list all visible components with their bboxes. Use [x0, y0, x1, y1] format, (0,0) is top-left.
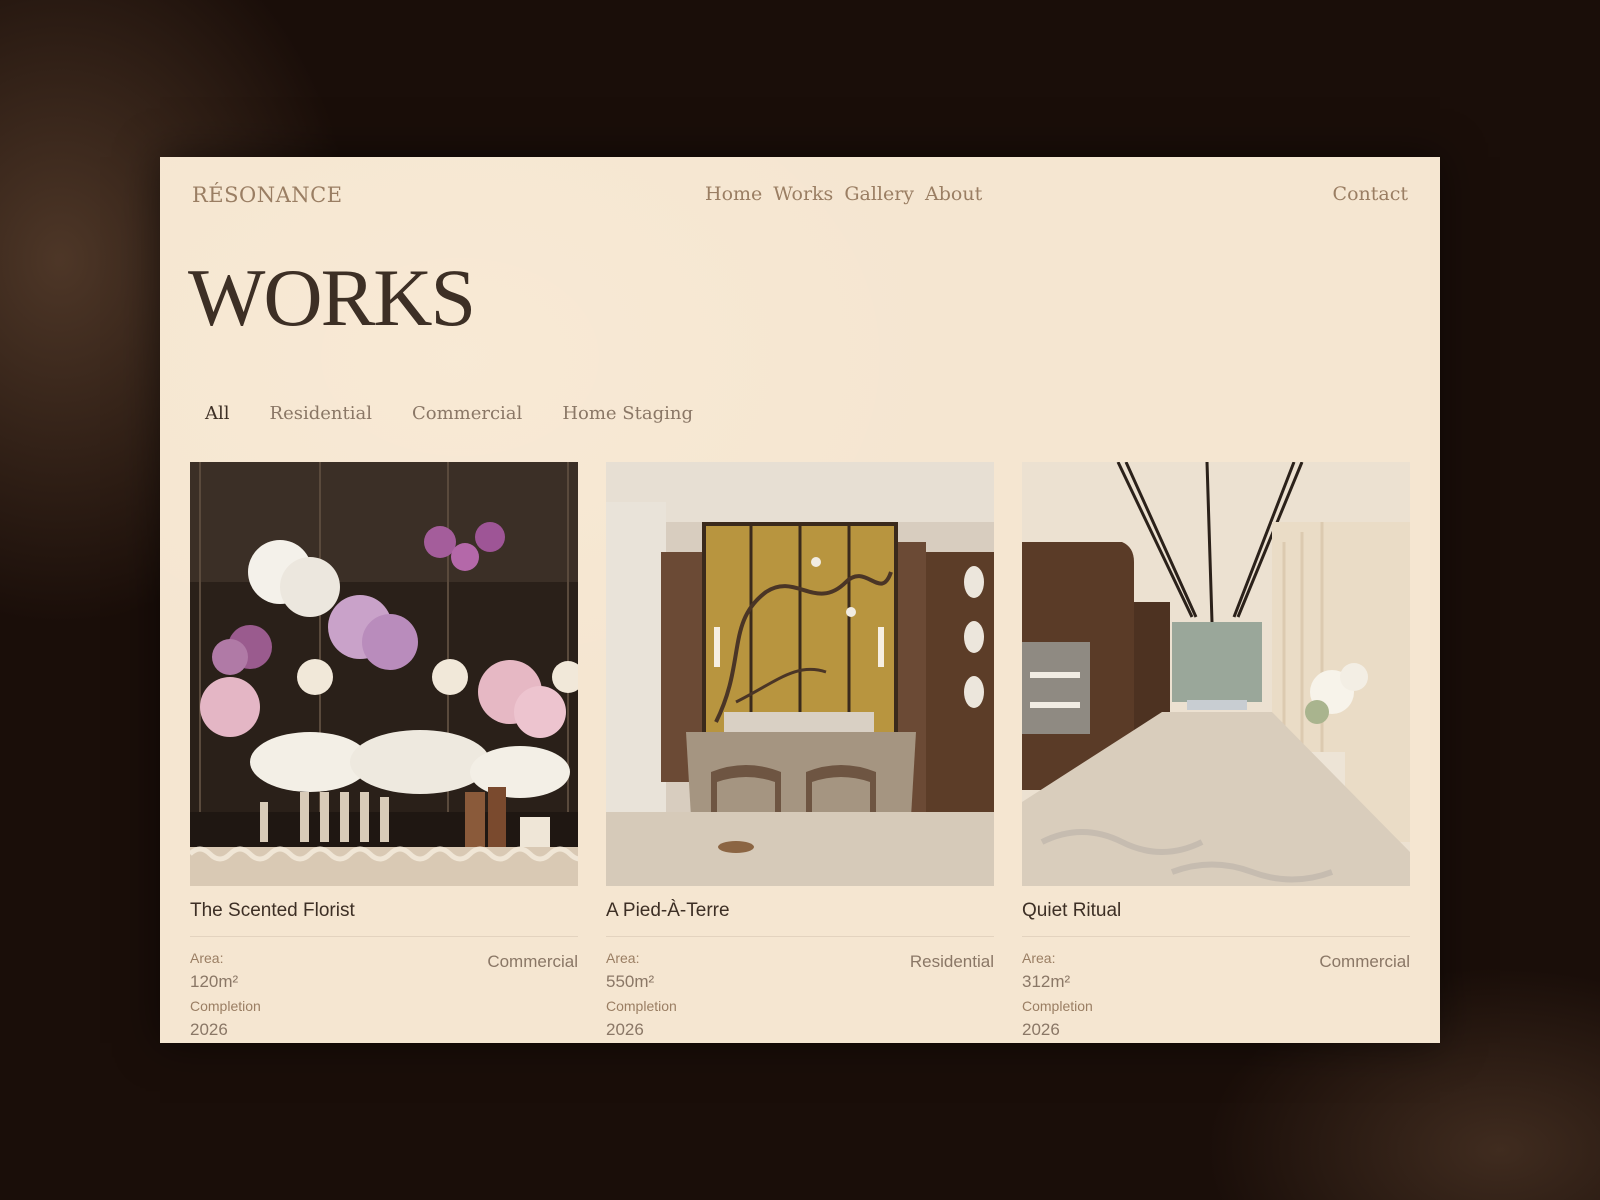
florist-interior-photo[interactable] — [190, 462, 578, 886]
project-title[interactable]: A Pied-À-Terre — [606, 900, 994, 924]
page-title: WORKS — [188, 252, 476, 343]
area-value: 312m² — [1022, 972, 1071, 991]
website-frame: RÉSONANCE Home Works Gallery About Conta… — [160, 157, 1440, 1043]
filter-tabs: All Residential Commercial Home Staging — [205, 403, 693, 424]
completion-label: Completion — [190, 998, 261, 1014]
nav-contact[interactable]: Contact — [1333, 183, 1408, 205]
nav-about[interactable]: About — [925, 183, 982, 205]
area-value: 120m² — [190, 972, 239, 991]
project-meta: Area: 550m² Completion 2026 Residential — [606, 950, 994, 1043]
project-category: Commercial — [487, 952, 578, 971]
card-divider — [606, 936, 994, 937]
project-title[interactable]: Quiet Ritual — [1022, 900, 1410, 924]
card-divider — [190, 936, 578, 937]
card-divider — [1022, 936, 1410, 937]
tab-all[interactable]: All — [205, 403, 230, 424]
project-grid: The Scented Florist Area: 120m² Completi… — [190, 462, 1410, 1043]
main-nav: Home Works Gallery About — [705, 183, 982, 205]
project-card-quiet-ritual[interactable]: Quiet Ritual Area: 312m² Completion 2026… — [1022, 462, 1410, 1043]
bedroom-interior-photo[interactable] — [606, 462, 994, 886]
completion-label: Completion — [606, 998, 677, 1014]
project-category: Commercial — [1319, 952, 1410, 971]
completion-value: 2026 — [1022, 1020, 1060, 1039]
nav-gallery[interactable]: Gallery — [844, 183, 914, 205]
nav-home[interactable]: Home — [705, 183, 762, 205]
spa-corridor-interior-photo[interactable] — [1022, 462, 1410, 886]
nav-works[interactable]: Works — [773, 183, 833, 205]
tab-home-staging[interactable]: Home Staging — [562, 403, 693, 424]
project-category: Residential — [909, 952, 994, 971]
brand-logo[interactable]: RÉSONANCE — [192, 183, 343, 207]
completion-value: 2026 — [190, 1020, 228, 1039]
project-card-scented-florist[interactable]: The Scented Florist Area: 120m² Completi… — [190, 462, 578, 1043]
project-title[interactable]: The Scented Florist — [190, 900, 578, 924]
completion-label: Completion — [1022, 998, 1093, 1014]
tab-residential[interactable]: Residential — [270, 403, 372, 424]
completion-value: 2026 — [606, 1020, 644, 1039]
project-card-pied-a-terre[interactable]: A Pied-À-Terre Area: 550m² Completion 20… — [606, 462, 994, 1043]
tab-commercial[interactable]: Commercial — [412, 403, 522, 424]
project-meta: Area: 120m² Completion 2026 Commercial — [190, 950, 578, 1043]
area-value: 550m² — [606, 972, 655, 991]
project-meta: Area: 312m² Completion 2026 Commercial — [1022, 950, 1410, 1043]
